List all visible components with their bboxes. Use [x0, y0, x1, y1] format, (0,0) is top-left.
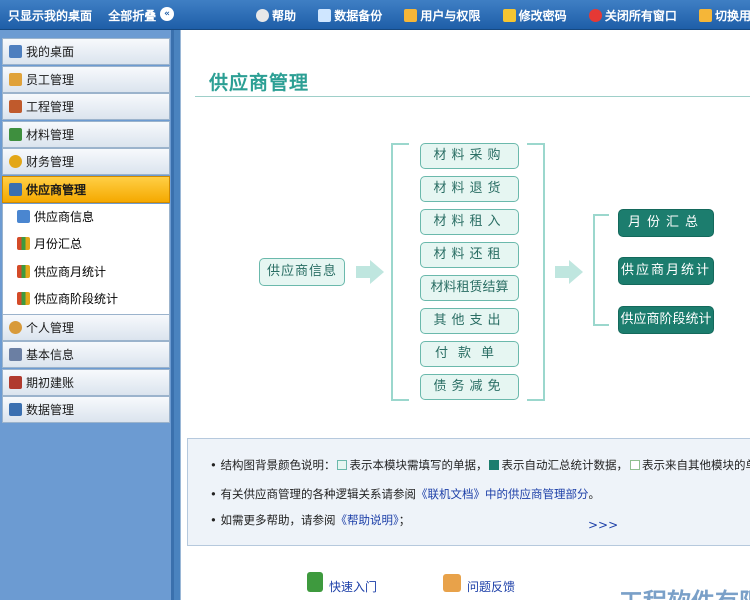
other-expense-box[interactable]: 其他支出 [420, 308, 519, 334]
debt-relief-box[interactable]: 债务减免 [420, 374, 519, 400]
sidebar-menu: 我的桌面 员工管理 工程管理 材料管理 财务管理 供应商管理 供应商信息 月份汇… [2, 38, 170, 424]
main-panel: 供应商管理 供应商信息 材料采购 材料退货 材料租入 材料还租 材料租赁结算 其… [180, 30, 750, 600]
double-chevron-left-icon[interactable]: « [160, 7, 174, 21]
person-icon [9, 320, 22, 334]
close-icon [588, 9, 602, 22]
bar-chart-icon [17, 264, 30, 278]
flow-arrow-right-icon [555, 266, 569, 278]
switch-user-button[interactable]: 切换用户 [699, 7, 750, 24]
help-line: • 如需更多帮助，请参阅《帮助说明》； [210, 513, 411, 527]
desktop-icon [9, 45, 22, 58]
top-toolbar: 只显示我的桌面 全部折叠 « 帮助 数据备份 用户与权限 修改密码 关闭所有窗口… [0, 0, 750, 30]
sidebar-subitem-supplier-info[interactable]: 供应商信息 [2, 203, 170, 232]
more-link[interactable]: >>> [588, 518, 618, 532]
close-all-windows-button[interactable]: 关闭所有窗口 [588, 7, 677, 24]
key-icon [502, 9, 516, 22]
users-icon [404, 9, 418, 22]
sidebar-item-materials[interactable]: 材料管理 [2, 120, 170, 148]
page-title: 供应商管理 [209, 72, 310, 94]
feedback-link[interactable]: 问题反馈 [467, 578, 515, 595]
users-permissions-button[interactable]: 用户与权限 [404, 7, 480, 24]
docs-line: • 有关供应商管理的各种逻辑关系请参阅《联机文档》中的供应商管理部分。 [210, 487, 600, 501]
sidebar-item-personal[interactable]: 个人管理 [2, 313, 170, 341]
help-docs-link[interactable]: 《帮助说明》 [335, 513, 398, 527]
materials-icon [9, 127, 22, 141]
db-icon [9, 403, 22, 417]
payment-box[interactable]: 付款单 [420, 341, 519, 367]
bar-chart-icon [17, 237, 30, 251]
sidebar-item-projects[interactable]: 工程管理 [2, 93, 170, 121]
flow-arrow-head [569, 260, 583, 284]
sidebar-item-data-management[interactable]: 数据管理 [2, 396, 170, 424]
company-watermark: 工程软件有限 [619, 582, 750, 600]
toolbar-left: 只显示我的桌面 全部折叠 [8, 7, 168, 24]
info-icon [9, 348, 22, 362]
summary-bracket [593, 214, 609, 326]
book-icon [9, 375, 22, 389]
online-docs-link[interactable]: 《联机文档》中的供应商管理部分 [416, 487, 589, 501]
doc-icon [17, 209, 30, 223]
sidebar-subitem-supplier-monthly[interactable]: 供应商月统计 [2, 258, 170, 287]
sidebar-item-supplier[interactable]: 供应商管理 [2, 175, 170, 203]
supplier-icon [9, 182, 22, 196]
toolbar-right: 帮助 数据备份 用户与权限 修改密码 关闭所有窗口 切换用户 [256, 7, 750, 24]
material-rent-return-box[interactable]: 材料还租 [420, 242, 519, 268]
data-backup-button[interactable]: 数据备份 [318, 7, 382, 24]
title-divider [195, 96, 750, 97]
flow-arrow-right-icon [356, 266, 370, 278]
legend-dark-square [489, 460, 500, 470]
material-return-box[interactable]: 材料退货 [420, 176, 519, 202]
rent-settlement-box[interactable]: 材料租赁结算 [420, 275, 519, 301]
help-icon [256, 9, 269, 22]
sidebar-item-my-desktop[interactable]: 我的桌面 [2, 38, 170, 65]
info-panel: • 结构图背景颜色说明： 表示本模块需填写的单据， 表示自动汇总统计数据， 表示来自其… [187, 438, 750, 546]
supplier-info-box[interactable]: 供应商信息 [259, 258, 345, 286]
quick-start-link[interactable]: 快速入门 [329, 578, 377, 595]
collapse-all-link[interactable]: 全部折叠 [108, 9, 156, 23]
home-icon [9, 100, 22, 114]
sidebar-item-basic-info[interactable]: 基本信息 [2, 341, 170, 369]
legend-white-square [629, 460, 640, 470]
help-button[interactable]: 帮助 [256, 7, 296, 24]
database-icon [318, 9, 332, 22]
sidebar-item-staff[interactable]: 员工管理 [2, 65, 170, 93]
bar-chart-icon [17, 292, 30, 306]
change-password-button[interactable]: 修改密码 [502, 7, 567, 24]
supplier-monthly-stats-box[interactable]: 供应商月统计 [618, 257, 714, 285]
material-rent-in-box[interactable]: 材料租入 [420, 209, 519, 235]
show-desktop-link[interactable]: 只显示我的桌面 [8, 9, 92, 23]
sidebar-item-finance[interactable]: 财务管理 [2, 148, 170, 176]
finance-icon [9, 155, 22, 169]
sidebar-item-opening-accounts[interactable]: 期初建账 [2, 368, 170, 396]
supplier-stage-stats-box[interactable]: 供应商阶段统计 [618, 306, 714, 334]
staff-icon [9, 72, 22, 86]
sidebar-subitem-monthly-summary[interactable]: 月份汇总 [2, 231, 170, 259]
legend-light-square [337, 460, 348, 470]
quick-start-icon [307, 572, 323, 592]
material-purchase-box[interactable]: 材料采购 [420, 143, 519, 169]
feedback-icon [443, 574, 461, 592]
color-legend-line: • 结构图背景颜色说明： 表示本模块需填写的单据， 表示自动汇总统计数据， 表示来自其… [210, 458, 750, 472]
flow-arrow-head [370, 260, 384, 284]
switch-user-icon [699, 9, 713, 22]
sidebar: 我的桌面 员工管理 工程管理 材料管理 财务管理 供应商管理 供应商信息 月份汇… [0, 30, 174, 600]
monthly-summary-box[interactable]: 月份汇总 [618, 209, 714, 237]
right-bracket [527, 143, 545, 401]
left-bracket [391, 143, 409, 401]
sidebar-subitem-supplier-stage[interactable]: 供应商阶段统计 [2, 286, 170, 314]
